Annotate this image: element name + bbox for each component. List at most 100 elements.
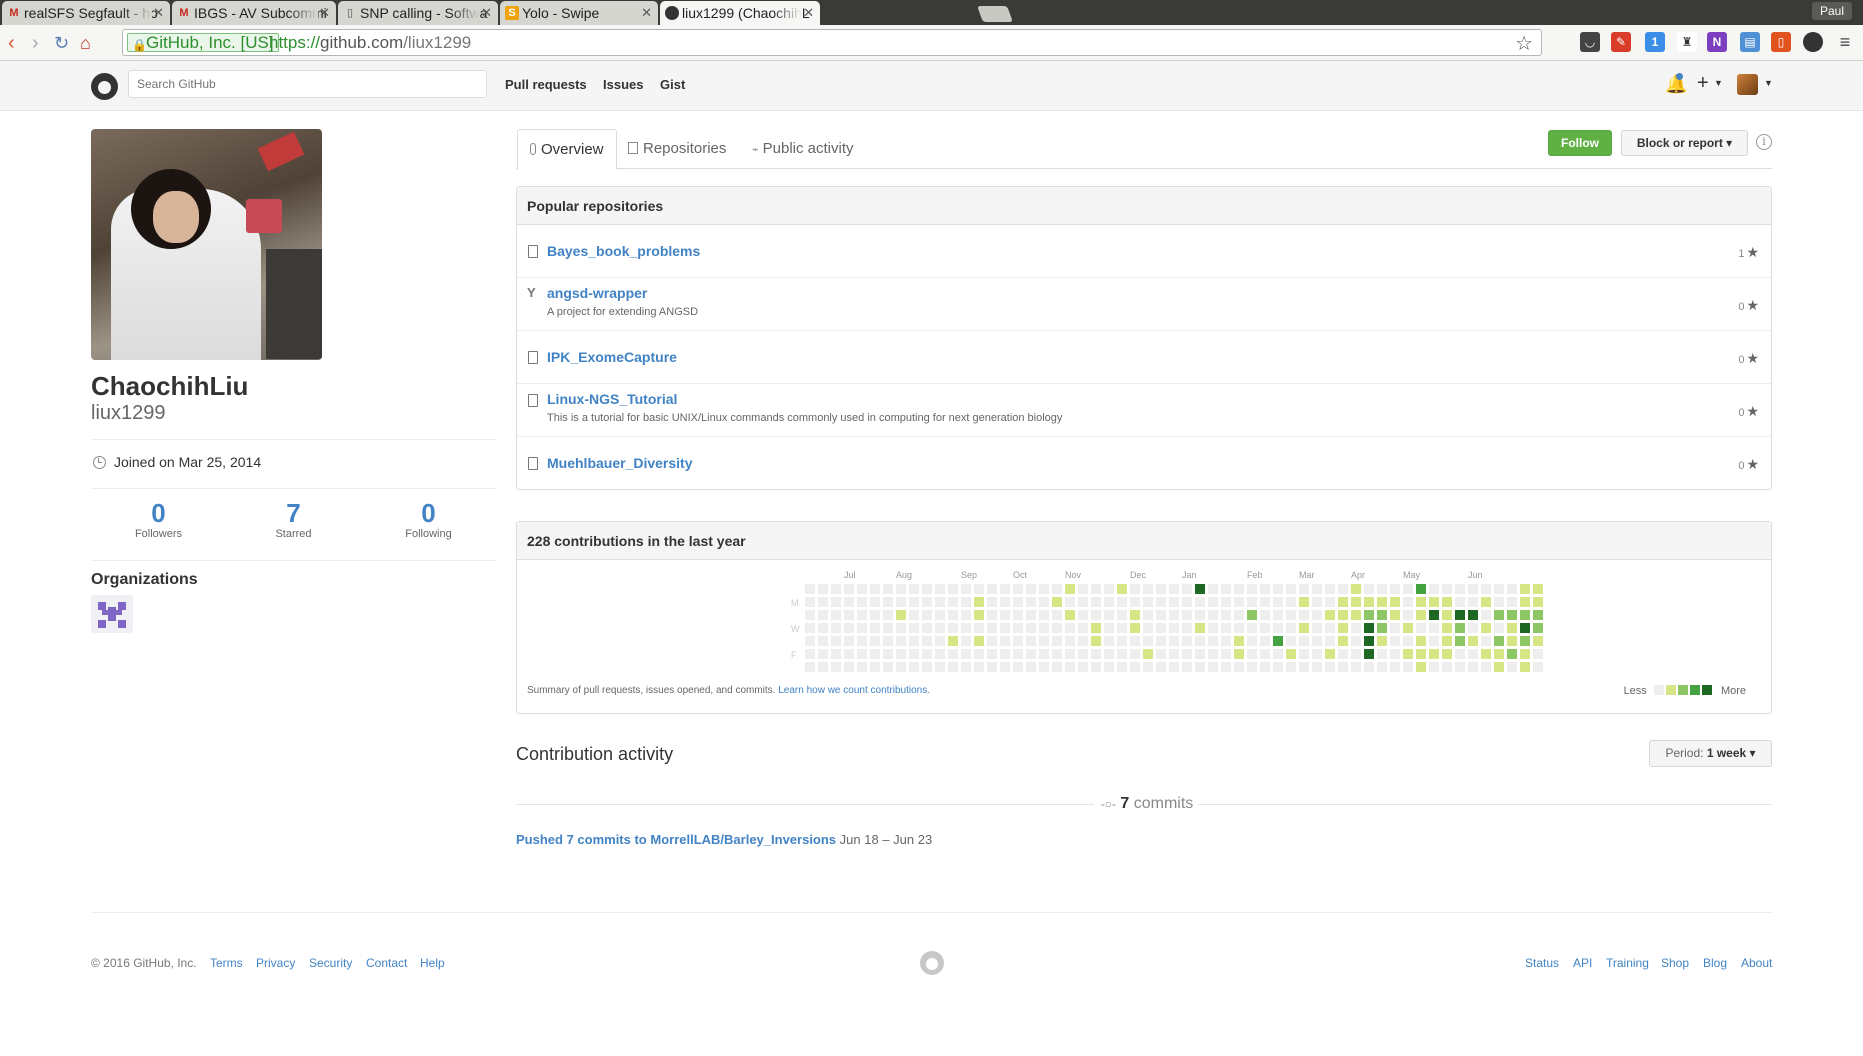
contribution-day[interactable]	[1195, 649, 1205, 659]
contribution-day[interactable]	[896, 597, 906, 607]
contribution-day[interactable]	[961, 623, 971, 633]
contribution-day[interactable]	[1364, 610, 1374, 620]
footer-link-blog[interactable]: Blog	[1703, 956, 1727, 970]
contribution-day[interactable]	[844, 636, 854, 646]
contribution-day[interactable]	[1169, 623, 1179, 633]
contribution-day[interactable]	[1468, 649, 1478, 659]
contribution-day[interactable]	[896, 623, 906, 633]
contribution-day[interactable]	[1026, 649, 1036, 659]
docs-icon[interactable]: ▤	[1740, 32, 1760, 52]
contribution-day[interactable]	[1039, 610, 1049, 620]
contribution-day[interactable]	[1338, 584, 1348, 594]
address-bar[interactable]: 🔒 GitHub, Inc. [US] https://github.com/l…	[122, 29, 1542, 56]
contribution-day[interactable]	[1416, 623, 1426, 633]
contribution-day[interactable]	[1078, 662, 1088, 672]
contribution-day[interactable]	[1130, 597, 1140, 607]
followers-stat[interactable]: 0 Followers	[91, 498, 226, 540]
menu-icon[interactable]: ≡	[1835, 32, 1855, 52]
contribution-day[interactable]	[1000, 610, 1010, 620]
following-stat[interactable]: 0 Following	[361, 498, 496, 540]
contribution-day[interactable]	[1221, 623, 1231, 633]
contribution-day[interactable]	[1117, 597, 1127, 607]
tab-public-activity[interactable]: ⌁ Public activity	[740, 129, 866, 170]
contribution-day[interactable]	[1208, 597, 1218, 607]
contribution-day[interactable]	[1169, 662, 1179, 672]
contribution-day[interactable]	[1455, 597, 1465, 607]
contribution-day[interactable]	[883, 623, 893, 633]
contribution-day[interactable]	[831, 649, 841, 659]
contribution-day[interactable]	[1156, 584, 1166, 594]
contribution-day[interactable]	[1104, 662, 1114, 672]
contribution-day[interactable]	[1091, 597, 1101, 607]
contribution-day[interactable]	[818, 662, 828, 672]
contribution-day[interactable]	[1260, 662, 1270, 672]
contribution-day[interactable]	[1091, 649, 1101, 659]
pushed-commits-link[interactable]: Pushed 7 commits to MorrellLAB/Barley_In…	[516, 832, 836, 847]
contribution-day[interactable]	[1351, 636, 1361, 646]
forward-icon[interactable]: ›	[32, 32, 39, 54]
repo-name-link[interactable]: angsd-wrapper	[547, 285, 647, 301]
contribution-day[interactable]	[1403, 623, 1413, 633]
contribution-day[interactable]	[961, 662, 971, 672]
footer-link-privacy[interactable]: Privacy	[256, 956, 295, 970]
contribution-day[interactable]	[1390, 597, 1400, 607]
contribution-day[interactable]	[1494, 597, 1504, 607]
contribution-day[interactable]	[1325, 662, 1335, 672]
contribution-day[interactable]	[1182, 649, 1192, 659]
contribution-day[interactable]	[1065, 649, 1075, 659]
contribution-day[interactable]	[857, 597, 867, 607]
contribution-day[interactable]	[1221, 649, 1231, 659]
contribution-day[interactable]	[1104, 636, 1114, 646]
contribution-day[interactable]	[1130, 610, 1140, 620]
contribution-day[interactable]	[1078, 636, 1088, 646]
contribution-day[interactable]	[1299, 584, 1309, 594]
contribution-day[interactable]	[883, 649, 893, 659]
contribution-day[interactable]	[1156, 636, 1166, 646]
github-footer-logo-icon[interactable]	[920, 951, 944, 975]
reload-icon[interactable]: ↻	[54, 32, 69, 54]
contribution-day[interactable]	[857, 636, 867, 646]
contribution-day[interactable]	[961, 636, 971, 646]
contribution-day[interactable]	[1377, 584, 1387, 594]
contribution-day[interactable]	[974, 584, 984, 594]
contribution-day[interactable]	[1234, 636, 1244, 646]
contribution-day[interactable]	[1182, 597, 1192, 607]
contribution-day[interactable]	[883, 597, 893, 607]
contribution-day[interactable]	[1507, 610, 1517, 620]
contribution-day[interactable]	[857, 610, 867, 620]
contribution-day[interactable]	[1078, 649, 1088, 659]
contribution-day[interactable]	[1533, 662, 1543, 672]
contribution-day[interactable]	[1195, 623, 1205, 633]
contribution-day[interactable]	[870, 662, 880, 672]
contribution-day[interactable]	[805, 584, 815, 594]
contribution-day[interactable]	[1286, 597, 1296, 607]
close-icon[interactable]: ✕	[803, 1, 814, 25]
contribution-day[interactable]	[948, 610, 958, 620]
contribution-day[interactable]	[1299, 662, 1309, 672]
contribution-day[interactable]	[1078, 584, 1088, 594]
footer-link-terms[interactable]: Terms	[210, 956, 243, 970]
contribution-day[interactable]	[1013, 597, 1023, 607]
contribution-day[interactable]	[1468, 610, 1478, 620]
contribution-day[interactable]	[1156, 610, 1166, 620]
contribution-day[interactable]	[1468, 636, 1478, 646]
contribution-day[interactable]	[1234, 623, 1244, 633]
contribution-day[interactable]	[1429, 584, 1439, 594]
browser-tab-0[interactable]: M realSFS Segfault - ho ✕	[2, 1, 170, 25]
contribution-day[interactable]	[1533, 623, 1543, 633]
contribution-day[interactable]	[1000, 584, 1010, 594]
contribution-day[interactable]	[1377, 636, 1387, 646]
contribution-day[interactable]	[1247, 649, 1257, 659]
contribution-day[interactable]	[1247, 597, 1257, 607]
nav-gist[interactable]: Gist	[660, 77, 685, 92]
browser-tab-3[interactable]: S Yolo - Swipe ✕	[500, 1, 658, 25]
browser-tab-4[interactable]: liux1299 (ChaochihL ✕	[660, 1, 820, 25]
contribution-day[interactable]	[1260, 649, 1270, 659]
contribution-day[interactable]	[805, 597, 815, 607]
contribution-day[interactable]	[1299, 649, 1309, 659]
contribution-day[interactable]	[1533, 584, 1543, 594]
contribution-day[interactable]	[896, 610, 906, 620]
contribution-day[interactable]	[831, 597, 841, 607]
contribution-day[interactable]	[844, 662, 854, 672]
contribution-day[interactable]	[831, 584, 841, 594]
